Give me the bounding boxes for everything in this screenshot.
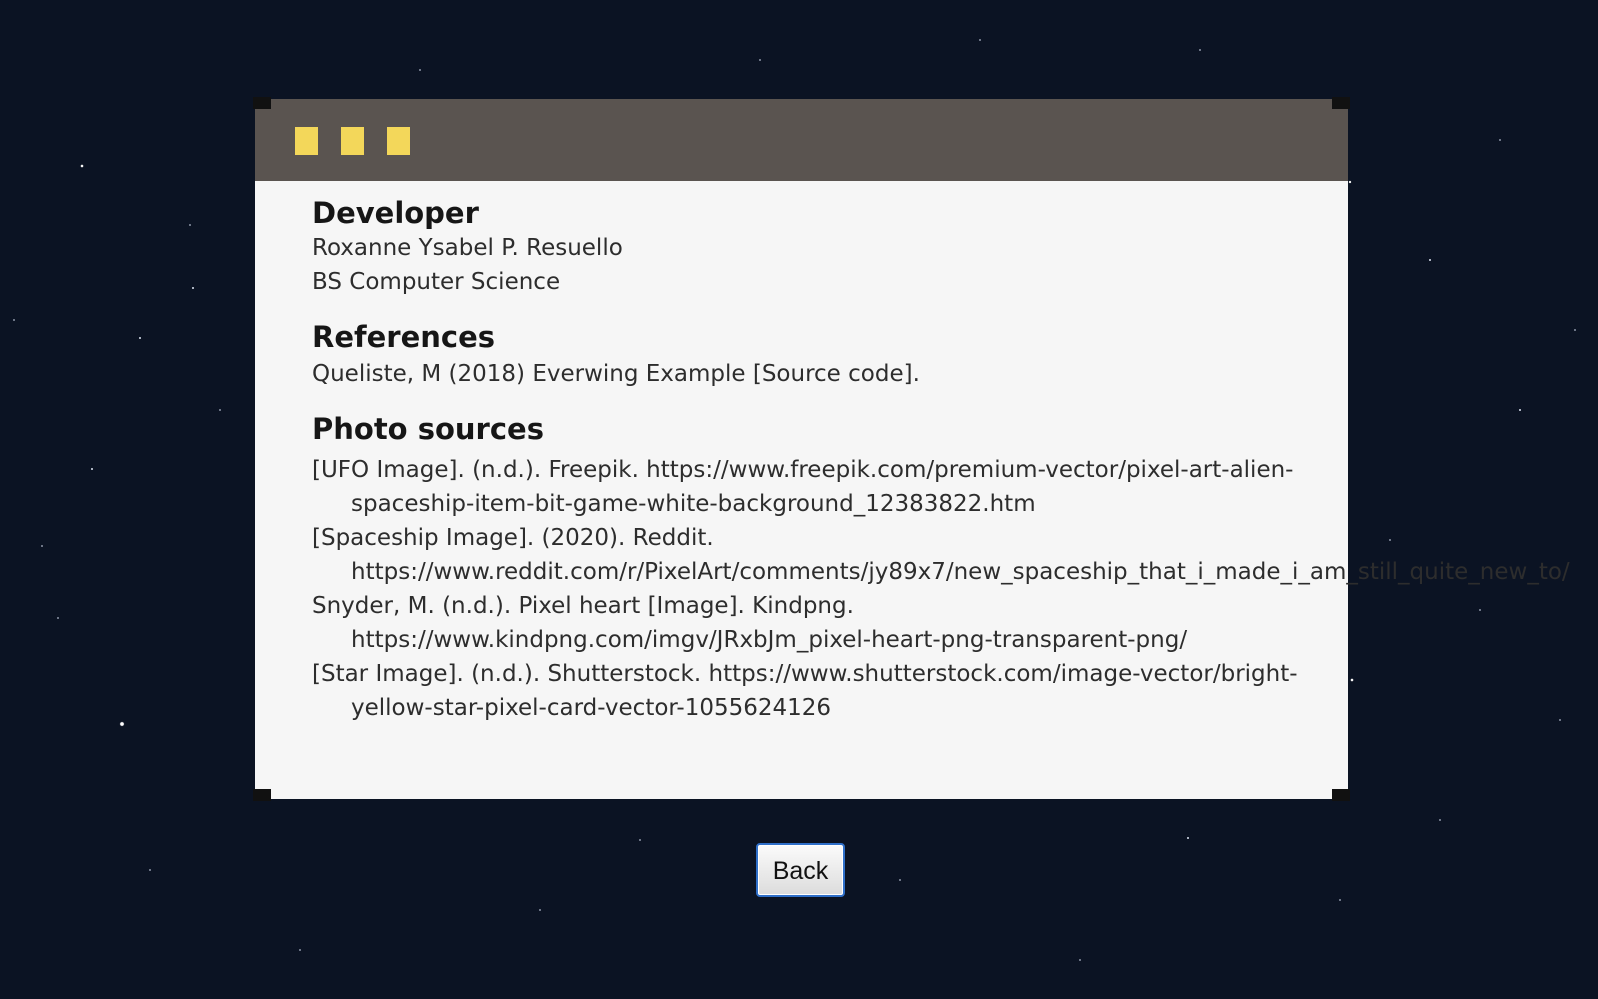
developer-heading: Developer [312, 196, 479, 230]
square-icon [295, 127, 318, 155]
window-corner [253, 789, 271, 801]
references-section: References Queliste, M (2018) Everwing E… [312, 319, 1322, 391]
references-heading: References [312, 320, 496, 354]
back-button[interactable]: Back [756, 843, 845, 897]
photo-sources-heading: Photo sources [312, 412, 544, 446]
developer-program: BS Computer Science [312, 269, 561, 295]
credits-window: Developer Roxanne Ysabel P. Resuello BS … [253, 97, 1570, 801]
credits-content: Developer Roxanne Ysabel P. Resuello BS … [312, 195, 1570, 745]
window-titlebar [255, 99, 1348, 181]
photo-source-item: Snyder, M. (n.d.). Pixel heart [Image]. … [312, 593, 1188, 653]
square-icon [387, 127, 410, 155]
developer-section: Developer Roxanne Ysabel P. Resuello BS … [312, 195, 1322, 299]
square-icon [341, 127, 364, 155]
photo-source-item: [Star Image]. (n.d.). Shutterstock. http… [312, 661, 1298, 721]
photo-sources-section: Photo sources [UFO Image]. (n.d.). Freep… [312, 411, 1570, 725]
window-corner [1332, 97, 1350, 109]
window-corner [1332, 789, 1350, 801]
reference-item: Queliste, M (2018) Everwing Example [Sou… [312, 361, 920, 387]
developer-name: Roxanne Ysabel P. Resuello [312, 235, 623, 261]
window-corner [253, 97, 271, 109]
photo-source-item: [Spaceship Image]. (2020). Reddit. https… [312, 525, 1570, 585]
photo-source-item: [UFO Image]. (n.d.). Freepik. https://ww… [312, 457, 1294, 517]
